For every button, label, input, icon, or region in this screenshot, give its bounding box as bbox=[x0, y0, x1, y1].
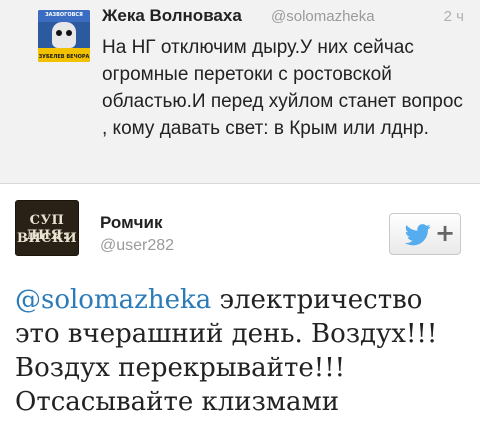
parent-tweet[interactable]: ЗАЗВОГОВСЯ ЗУБЕЛЕВ ВЕЧОРА Жека Волноваха… bbox=[0, 0, 480, 184]
lemur-eye bbox=[56, 30, 62, 36]
avatar-caption-line2: ВИСКИ bbox=[16, 231, 78, 246]
avatar-caption-top: ЗАЗВОГОВСЯ bbox=[45, 12, 83, 18]
author-handle[interactable]: @solomazheka bbox=[271, 8, 375, 25]
avatar-caption-bottom: ЗУБЕЛЕВ ВЕЧОРА bbox=[38, 54, 90, 60]
author-name[interactable]: Жека Волноваха bbox=[102, 6, 242, 26]
tweet-text: На НГ отключим дыру.У них сейчас огромны… bbox=[102, 37, 463, 139]
author-name[interactable]: Ромчик bbox=[100, 213, 162, 233]
avatar[interactable]: ЗАЗВОГОВСЯ ЗУБЕЛЕВ ВЕЧОРА bbox=[38, 10, 90, 62]
mention-link[interactable]: @solomazheka bbox=[15, 285, 211, 315]
plus-icon: + bbox=[435, 219, 456, 247]
tweet-text: @solomazheka электричество это вчерашний… bbox=[15, 283, 470, 419]
lemur-eye bbox=[66, 30, 72, 36]
lemur-illustration bbox=[52, 22, 76, 48]
tweet-time: 2 ч bbox=[443, 8, 464, 25]
avatar[interactable]: СУП ДНЯ: ВИСКИ bbox=[15, 200, 79, 256]
author-handle[interactable]: @user282 bbox=[100, 237, 174, 255]
follow-button[interactable]: + bbox=[389, 213, 461, 255]
twitter-bird-icon bbox=[404, 224, 431, 246]
